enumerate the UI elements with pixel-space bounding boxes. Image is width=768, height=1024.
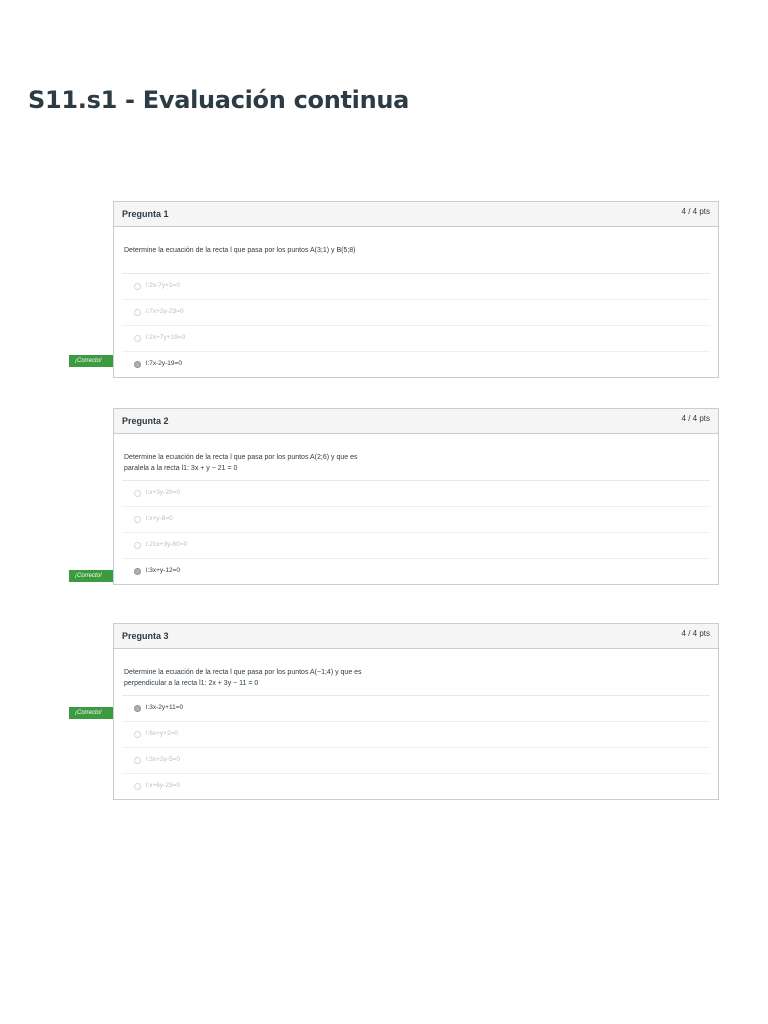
question-text-line: Determine la ecuación de la recta l que … bbox=[124, 669, 362, 676]
radio-button[interactable] bbox=[134, 516, 141, 523]
radio-button[interactable] bbox=[134, 783, 141, 790]
answer-label: l:7x-2y-19=0 bbox=[146, 360, 182, 367]
answer-label: l:3x+2y-5=0 bbox=[146, 756, 180, 763]
answer-list: l:3x-2y+11=0 l:6x+y+2=0 l:3x+2y-5=0 l:x+… bbox=[122, 695, 710, 799]
question-header: Pregunta 3 4 / 4 pts bbox=[114, 624, 718, 649]
radio-button[interactable] bbox=[134, 568, 141, 575]
radio-button[interactable] bbox=[134, 309, 141, 316]
correct-answer-flag: ¡Correcto! bbox=[69, 355, 123, 367]
answer-option[interactable]: l:7x+2y-23=0 bbox=[122, 300, 710, 326]
question-1: Pregunta 1 4 / 4 pts Determine la ecuaci… bbox=[113, 201, 719, 378]
question-header: Pregunta 2 4 / 4 pts bbox=[114, 409, 718, 434]
correct-answer-flag: ¡Correcto! bbox=[69, 707, 123, 719]
answer-label: l:x+3y-20=0 bbox=[146, 489, 180, 496]
answer-label: l:2x-7y+1=0 bbox=[146, 282, 180, 289]
question-points: 4 / 4 pts bbox=[681, 207, 710, 216]
question-2: Pregunta 2 4 / 4 pts Determine la ecuaci… bbox=[113, 408, 719, 585]
question-points: 4 / 4 pts bbox=[681, 629, 710, 638]
question-text-line: Determine la ecuación de la recta l que … bbox=[124, 454, 358, 461]
correct-answer-flag: ¡Correcto! bbox=[69, 570, 123, 582]
question-title: Pregunta 1 bbox=[122, 209, 169, 219]
answer-label: l:3x+y-12=0 bbox=[146, 567, 180, 574]
question-3: Pregunta 3 4 / 4 pts Determine la ecuaci… bbox=[113, 623, 719, 800]
radio-button[interactable] bbox=[134, 542, 141, 549]
radio-button[interactable] bbox=[134, 335, 141, 342]
answer-option[interactable]: l:x+y-8=0 bbox=[122, 507, 710, 533]
answer-list: l:2x-7y+1=0 l:7x+2y-23=0 l:2x+7y+19=0 l:… bbox=[122, 273, 710, 377]
answer-label: l:2x+7y+19=0 bbox=[146, 334, 186, 341]
question-text-line: perpendicular a la recta l1: 2x + 3y − 1… bbox=[124, 680, 259, 687]
radio-button[interactable] bbox=[134, 361, 141, 368]
radio-button[interactable] bbox=[134, 705, 141, 712]
radio-button[interactable] bbox=[134, 731, 141, 738]
question-text: Determine la ecuación de la recta l que … bbox=[114, 227, 718, 257]
answer-label: l:x+y-8=0 bbox=[146, 515, 173, 522]
answer-label: l:21x+3y-60=0 bbox=[146, 541, 188, 548]
answer-option[interactable]: l:2x+7y+19=0 bbox=[122, 326, 710, 352]
answer-option[interactable]: l:x+6y-23=0 bbox=[122, 774, 710, 799]
answer-option[interactable]: l:21x+3y-60=0 bbox=[122, 533, 710, 559]
question-title: Pregunta 2 bbox=[122, 416, 169, 426]
answer-option-selected[interactable]: l:7x-2y-19=0 bbox=[122, 352, 710, 377]
radio-button[interactable] bbox=[134, 757, 141, 764]
answer-option[interactable]: l:3x+2y-5=0 bbox=[122, 748, 710, 774]
answer-label: l:6x+y+2=0 bbox=[146, 730, 178, 737]
question-text: Determine la ecuación de la recta l que … bbox=[114, 434, 718, 472]
answer-option-selected[interactable]: l:3x+y-12=0 bbox=[122, 559, 710, 584]
answer-option[interactable]: l:6x+y+2=0 bbox=[122, 722, 710, 748]
radio-button[interactable] bbox=[134, 490, 141, 497]
question-text: Determine la ecuación de la recta l que … bbox=[114, 649, 718, 687]
answer-option-selected[interactable]: l:3x-2y+11=0 bbox=[122, 696, 710, 722]
answer-label: l:7x+2y-23=0 bbox=[146, 308, 184, 315]
answer-list: l:x+3y-20=0 l:x+y-8=0 l:21x+3y-60=0 l:3x… bbox=[122, 480, 710, 584]
question-title: Pregunta 3 bbox=[122, 631, 169, 641]
question-points: 4 / 4 pts bbox=[681, 414, 710, 423]
question-text-line: Determine la ecuación de la recta l que … bbox=[124, 247, 356, 254]
page-title: S11.s1 - Evaluación continua bbox=[28, 86, 410, 114]
question-header: Pregunta 1 4 / 4 pts bbox=[114, 202, 718, 227]
radio-button[interactable] bbox=[134, 283, 141, 290]
answer-option[interactable]: l:2x-7y+1=0 bbox=[122, 274, 710, 300]
answer-option[interactable]: l:x+3y-20=0 bbox=[122, 481, 710, 507]
question-text-line: paralela a la recta l1: 3x + y − 21 = 0 bbox=[124, 465, 238, 472]
answer-label: l:x+6y-23=0 bbox=[146, 782, 180, 789]
answer-label: l:3x-2y+11=0 bbox=[146, 704, 184, 711]
